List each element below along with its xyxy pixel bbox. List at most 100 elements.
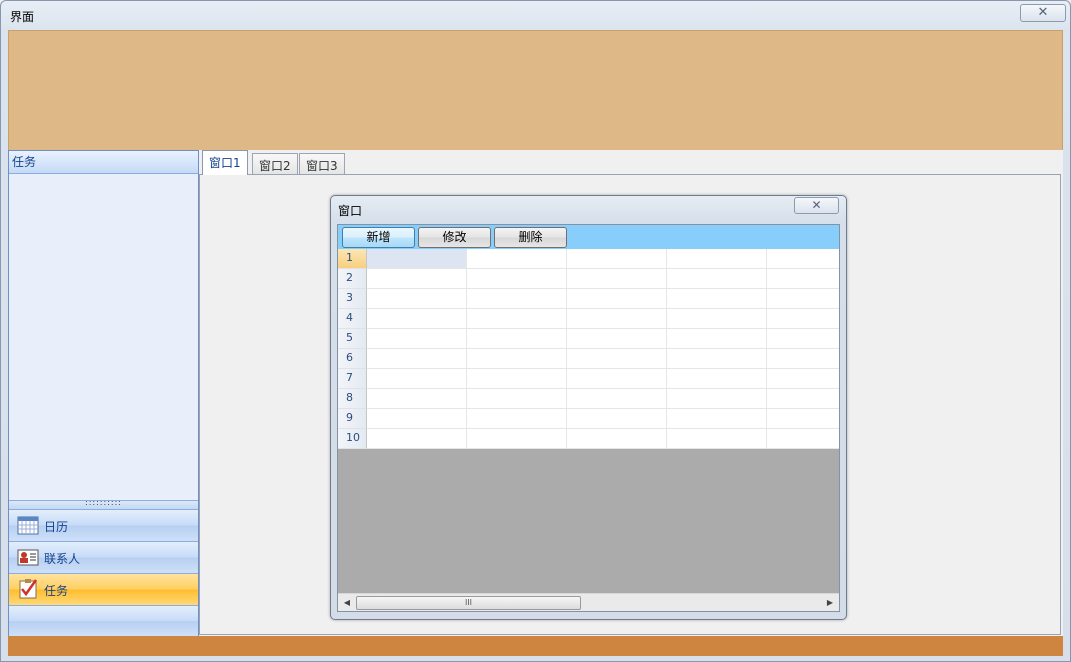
nav-label-tasks: 任务	[44, 584, 69, 598]
table-cell[interactable]	[467, 349, 567, 369]
table-row[interactable]: 2	[338, 269, 839, 289]
table-cell[interactable]	[467, 269, 567, 289]
row-header[interactable]: 10	[338, 429, 367, 449]
table-cell[interactable]	[467, 249, 567, 269]
table-cell[interactable]	[567, 309, 667, 329]
title-bar[interactable]: 界面 ✕	[2, 2, 1071, 30]
row-header[interactable]: 5	[338, 329, 367, 349]
table-cell[interactable]	[467, 289, 567, 309]
table-cell[interactable]	[567, 429, 667, 449]
delete-button[interactable]: 删除	[494, 227, 567, 248]
table-cell[interactable]	[467, 389, 567, 409]
table-cell[interactable]	[567, 349, 667, 369]
scroll-right-arrow-icon[interactable]: ▶	[823, 596, 837, 610]
table-cell[interactable]	[367, 269, 467, 289]
table-cell[interactable]	[767, 429, 839, 449]
table-cell[interactable]	[567, 289, 667, 309]
table-cell[interactable]	[367, 329, 467, 349]
row-header[interactable]: 4	[338, 309, 367, 329]
close-button[interactable]: ✕	[1020, 4, 1066, 22]
tab-strip: 窗口1 窗口2 窗口3	[199, 150, 1063, 175]
child-window-title: 窗口	[338, 204, 363, 218]
table-cell[interactable]	[667, 369, 767, 389]
table-row[interactable]: 4	[338, 309, 839, 329]
table-cell[interactable]	[467, 309, 567, 329]
table-cell[interactable]	[667, 309, 767, 329]
sidebar-splitter[interactable]: ::::::::::	[9, 499, 198, 509]
row-header[interactable]: 3	[338, 289, 367, 309]
nav-overflow-bar[interactable]	[9, 605, 198, 636]
tab-window-3[interactable]: 窗口3	[299, 153, 345, 175]
table-cell[interactable]	[367, 289, 467, 309]
table-cell[interactable]	[767, 389, 839, 409]
table-cell[interactable]	[367, 389, 467, 409]
scrollbar-thumb[interactable]: III	[356, 596, 581, 610]
tab-window-2[interactable]: 窗口2	[252, 153, 298, 175]
nav-button-calendar[interactable]: 日历	[9, 509, 198, 541]
add-button[interactable]: 新增	[342, 227, 415, 248]
table-cell[interactable]	[667, 409, 767, 429]
edit-button[interactable]: 修改	[418, 227, 491, 248]
table-row[interactable]: 10	[338, 429, 839, 449]
table-cell[interactable]	[367, 349, 467, 369]
task-checklist-icon	[19, 579, 38, 599]
table-cell[interactable]	[667, 269, 767, 289]
table-cell[interactable]	[567, 269, 667, 289]
table-cell[interactable]	[467, 329, 567, 349]
table-row[interactable]: 1	[338, 249, 839, 269]
row-header[interactable]: 1	[338, 249, 367, 269]
table-cell[interactable]	[567, 409, 667, 429]
table-cell[interactable]	[567, 369, 667, 389]
table-cell[interactable]	[767, 269, 839, 289]
table-cell[interactable]	[667, 289, 767, 309]
table-cell[interactable]	[767, 349, 839, 369]
toolbar: 新增 修改 删除	[338, 225, 839, 249]
table-cell[interactable]	[367, 309, 467, 329]
child-close-button[interactable]: ✕	[794, 197, 839, 214]
table-cell[interactable]	[567, 329, 667, 349]
table-cell[interactable]	[767, 249, 839, 269]
table-cell[interactable]	[367, 369, 467, 389]
table-row[interactable]: 5	[338, 329, 839, 349]
nav-label-contacts: 联系人	[44, 552, 81, 566]
nav-button-tasks[interactable]: 任务	[9, 573, 198, 605]
table-cell[interactable]	[467, 369, 567, 389]
child-window-client: 新增 修改 删除 1 2 3 4 5 6 7 8 9 10 ◀ III ▶	[337, 224, 840, 612]
status-strip	[8, 636, 1063, 656]
table-row[interactable]: 8	[338, 389, 839, 409]
table-cell[interactable]	[667, 329, 767, 349]
table-cell[interactable]	[667, 349, 767, 369]
table-cell[interactable]	[667, 429, 767, 449]
table-cell[interactable]	[367, 249, 467, 269]
nav-button-contacts[interactable]: 联系人	[9, 541, 198, 573]
row-header[interactable]: 2	[338, 269, 367, 289]
table-cell[interactable]	[767, 309, 839, 329]
horizontal-scrollbar[interactable]: ◀ III ▶	[338, 593, 839, 611]
table-cell[interactable]	[767, 329, 839, 349]
table-cell[interactable]	[667, 389, 767, 409]
row-header[interactable]: 9	[338, 409, 367, 429]
data-grid[interactable]: 1 2 3 4 5 6 7 8 9 10	[338, 249, 839, 449]
tab-window-1[interactable]: 窗口1	[202, 150, 248, 175]
table-row[interactable]: 7	[338, 369, 839, 389]
table-row[interactable]: 6	[338, 349, 839, 369]
table-cell[interactable]	[367, 409, 467, 429]
table-cell[interactable]	[667, 249, 767, 269]
child-window: 窗口 ✕ 新增 修改 删除 1 2 3 4 5 6 7 8 9 10 ◀ III ▶	[330, 195, 847, 620]
table-cell[interactable]	[767, 409, 839, 429]
row-header[interactable]: 7	[338, 369, 367, 389]
table-cell[interactable]	[567, 389, 667, 409]
row-header[interactable]: 8	[338, 389, 367, 409]
table-row[interactable]: 9	[338, 409, 839, 429]
scroll-left-arrow-icon[interactable]: ◀	[340, 596, 354, 610]
table-cell[interactable]	[367, 429, 467, 449]
table-cell[interactable]	[567, 249, 667, 269]
table-cell[interactable]	[767, 289, 839, 309]
table-cell[interactable]	[467, 409, 567, 429]
table-cell[interactable]	[767, 369, 839, 389]
header-banner	[8, 30, 1063, 150]
table-cell[interactable]	[467, 429, 567, 449]
table-row[interactable]: 3	[338, 289, 839, 309]
row-header[interactable]: 6	[338, 349, 367, 369]
nav-label-calendar: 日历	[44, 520, 69, 534]
